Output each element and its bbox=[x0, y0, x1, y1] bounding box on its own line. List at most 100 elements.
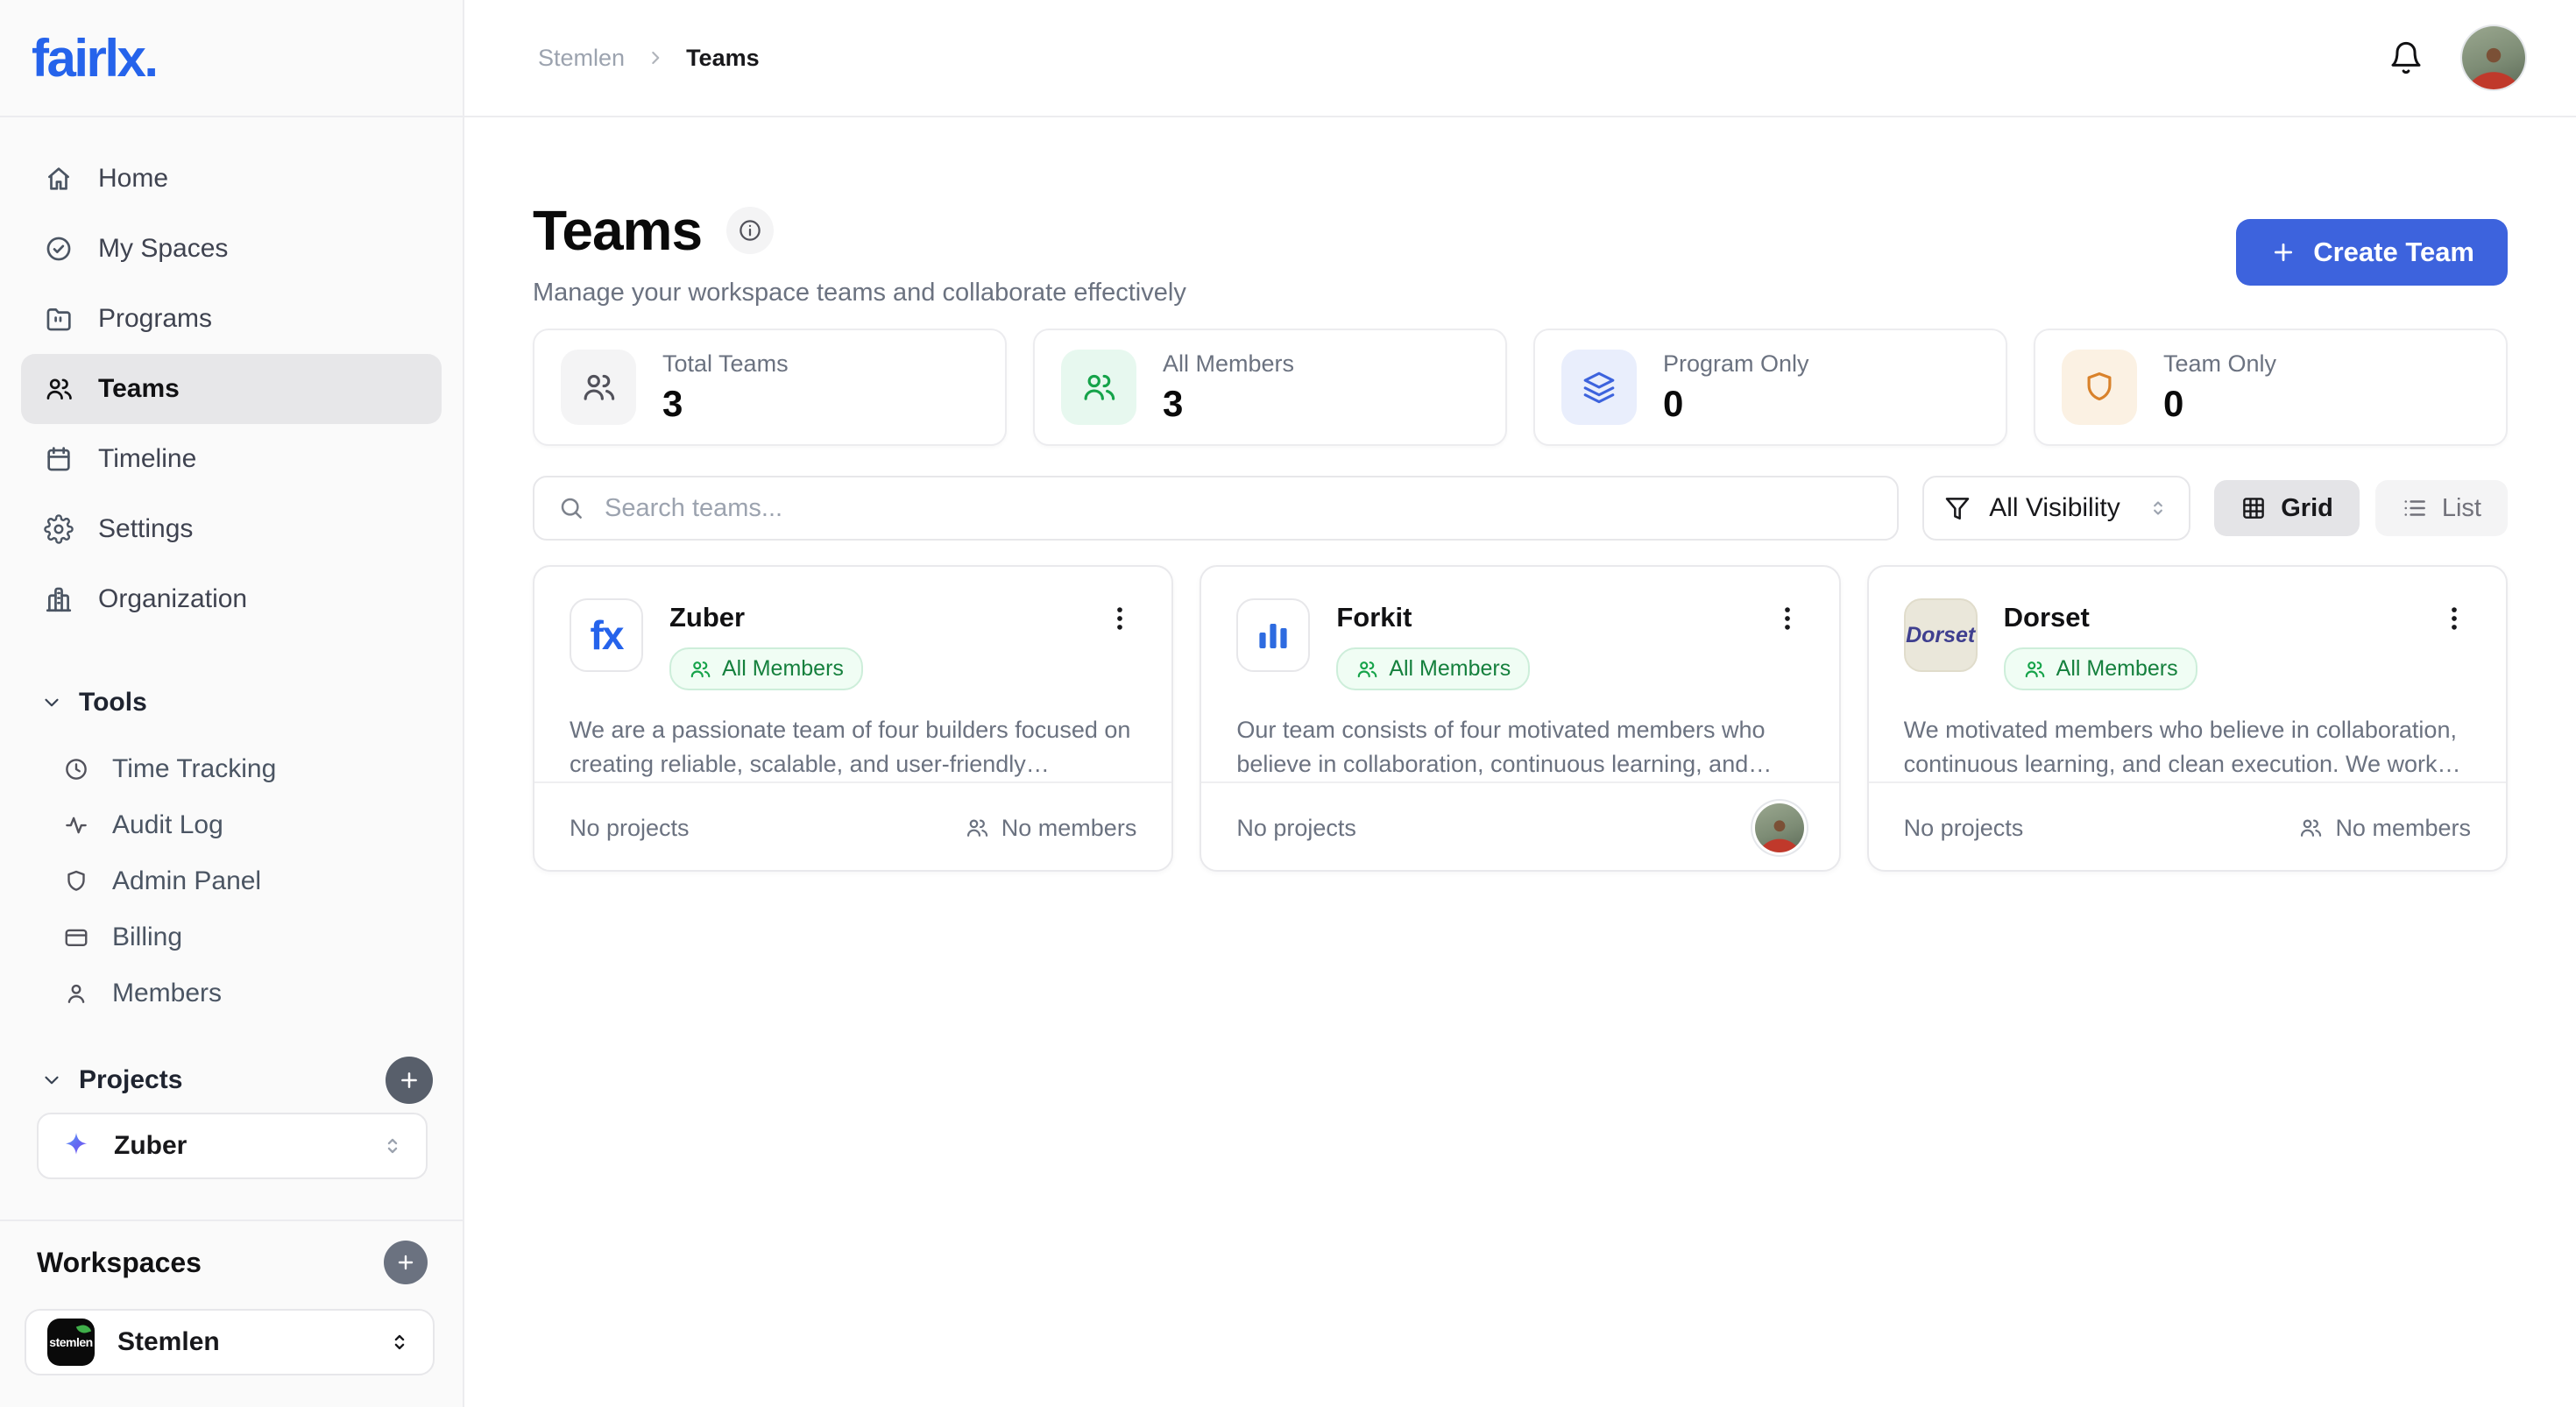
sidebar-item-label: Organization bbox=[98, 584, 247, 614]
stat-card-program-only: Program Only 0 bbox=[1533, 329, 2007, 446]
tool-item-label: Audit Log bbox=[112, 810, 223, 840]
sidebar-item-timeline[interactable]: Timeline bbox=[21, 424, 442, 494]
info-icon[interactable] bbox=[726, 207, 774, 254]
users-icon bbox=[44, 374, 74, 404]
users-icon bbox=[1355, 658, 1378, 681]
team-card-forkit[interactable]: Forkit All Members Our team consists of … bbox=[1200, 565, 1840, 872]
team-name: Dorset bbox=[2004, 602, 2439, 633]
sidebar-item-billing[interactable]: Billing bbox=[0, 909, 463, 965]
sidebar-item-label: Teams bbox=[98, 374, 180, 404]
stat-card-team-only: Team Only 0 bbox=[2034, 329, 2508, 446]
add-workspace-button[interactable] bbox=[384, 1241, 428, 1284]
kebab-icon bbox=[1773, 604, 1802, 633]
layers-icon bbox=[1581, 369, 1617, 406]
create-team-button[interactable]: Create Team bbox=[2236, 219, 2508, 286]
visibility-badge-label: All Members bbox=[1389, 656, 1511, 682]
stats-row: Total Teams 3 All Members 3 Program Only… bbox=[533, 329, 2508, 446]
sidebar-item-programs[interactable]: Programs bbox=[21, 284, 442, 354]
visibility-badge-label: All Members bbox=[722, 656, 844, 682]
stat-value: 3 bbox=[1163, 383, 1294, 425]
breadcrumb: Stemlen Teams bbox=[538, 45, 760, 72]
tool-item-label: Billing bbox=[112, 923, 182, 952]
sidebar-item-audit-log[interactable]: Audit Log bbox=[0, 797, 463, 853]
grid-view-button[interactable]: Grid bbox=[2214, 480, 2360, 536]
sidebar-item-organization[interactable]: Organization bbox=[21, 564, 442, 634]
sidebar-item-label: Settings bbox=[98, 514, 193, 544]
member-avatar[interactable] bbox=[1755, 803, 1804, 852]
sidebar-item-home[interactable]: Home bbox=[21, 144, 442, 214]
chevron-down-icon bbox=[40, 691, 63, 714]
sidebar-item-my-spaces[interactable]: My Spaces bbox=[21, 214, 442, 284]
users-icon bbox=[580, 369, 617, 406]
users-icon bbox=[2023, 658, 2046, 681]
tools-list: Time Tracking Audit Log Admin Panel Bill… bbox=[0, 741, 463, 1022]
plus-icon bbox=[394, 1251, 417, 1274]
stat-value: 0 bbox=[1663, 383, 1809, 425]
kebab-menu-button[interactable] bbox=[2439, 598, 2471, 636]
stat-label: Program Only bbox=[1663, 350, 1809, 378]
project-selector-value: Zuber bbox=[114, 1131, 359, 1161]
list-icon bbox=[2402, 495, 2428, 521]
shield-icon bbox=[63, 868, 89, 894]
tools-section-toggle[interactable]: Tools bbox=[0, 683, 463, 722]
team-description: We are a passionate team of four builder… bbox=[570, 713, 1136, 781]
add-project-button[interactable] bbox=[386, 1057, 433, 1104]
tools-section-title: Tools bbox=[79, 688, 147, 718]
sidebar-item-admin-panel[interactable]: Admin Panel bbox=[0, 853, 463, 909]
sidebar-item-time-tracking[interactable]: Time Tracking bbox=[0, 741, 463, 797]
visibility-badge: All Members bbox=[1336, 647, 1530, 690]
chevrons-up-down-icon bbox=[380, 1134, 405, 1158]
visibility-filter-value: All Visibility bbox=[1989, 493, 2129, 523]
team-logo: fx bbox=[570, 598, 643, 672]
search-input[interactable] bbox=[603, 493, 1874, 524]
user-avatar[interactable] bbox=[2462, 26, 2525, 89]
sidebar: fairlx. Home My Spaces Programs Teams Ti… bbox=[0, 0, 464, 1407]
building-icon bbox=[44, 584, 74, 614]
workspace-logo: stemlen bbox=[47, 1319, 95, 1366]
teams-toolbar: All Visibility Grid List bbox=[533, 476, 2508, 541]
plus-icon bbox=[397, 1068, 421, 1092]
sidebar-item-settings[interactable]: Settings bbox=[21, 494, 442, 564]
brand-logo[interactable]: fairlx. bbox=[32, 28, 157, 88]
projects-count: No projects bbox=[570, 815, 690, 842]
visibility-filter[interactable]: All Visibility bbox=[1922, 476, 2190, 541]
sidebar-item-teams[interactable]: Teams bbox=[21, 354, 442, 424]
team-card-dorset[interactable]: Dorset Dorset All Members We motivated m… bbox=[1867, 565, 2508, 872]
members-count: No members bbox=[2335, 815, 2471, 842]
projects-count: No projects bbox=[1904, 815, 2024, 842]
tool-item-label: Members bbox=[112, 979, 222, 1008]
workspaces-section-title: Workspaces bbox=[37, 1247, 202, 1279]
projects-section-toggle[interactable]: Projects bbox=[0, 1061, 182, 1099]
teams-page: Teams Manage your workspace teams and co… bbox=[464, 117, 2576, 1407]
chevron-down-icon bbox=[40, 1069, 63, 1092]
members-count: No members bbox=[1001, 815, 1137, 842]
logo-area: fairlx. bbox=[0, 0, 463, 117]
credit-card-icon bbox=[63, 924, 89, 951]
kebab-menu-button[interactable] bbox=[1105, 598, 1136, 636]
page-title: Teams bbox=[533, 200, 702, 261]
users-icon bbox=[2298, 816, 2323, 840]
home-icon bbox=[44, 164, 74, 194]
users-icon bbox=[689, 658, 711, 681]
breadcrumb-workspace[interactable]: Stemlen bbox=[538, 45, 625, 72]
visibility-badge-label: All Members bbox=[2056, 656, 2178, 682]
team-description: Our team consists of four motivated memb… bbox=[1236, 713, 1803, 781]
user-icon bbox=[63, 980, 89, 1007]
workspace-selector[interactable]: stemlen Stemlen bbox=[25, 1309, 435, 1375]
sidebar-item-members[interactable]: Members bbox=[0, 965, 463, 1022]
list-view-button[interactable]: List bbox=[2375, 480, 2508, 536]
stat-card-total-teams: Total Teams 3 bbox=[533, 329, 1007, 446]
funnel-icon bbox=[1943, 494, 1971, 522]
list-view-label: List bbox=[2442, 494, 2481, 523]
team-grid: fx Zuber All Members We are a passionate… bbox=[533, 565, 2508, 872]
topbar: Stemlen Teams bbox=[464, 0, 2576, 117]
project-selector[interactable]: Zuber bbox=[37, 1113, 428, 1179]
kebab-menu-button[interactable] bbox=[1773, 598, 1804, 636]
visibility-badge: All Members bbox=[2004, 647, 2197, 690]
team-card-zuber[interactable]: fx Zuber All Members We are a passionate… bbox=[533, 565, 1173, 872]
primary-nav: Home My Spaces Programs Teams Timeline S… bbox=[0, 117, 463, 634]
kebab-icon bbox=[2439, 604, 2469, 633]
workspace-selector-value: Stemlen bbox=[117, 1327, 364, 1357]
stat-label: Team Only bbox=[2163, 350, 2276, 378]
notifications-button[interactable] bbox=[2388, 40, 2424, 75]
